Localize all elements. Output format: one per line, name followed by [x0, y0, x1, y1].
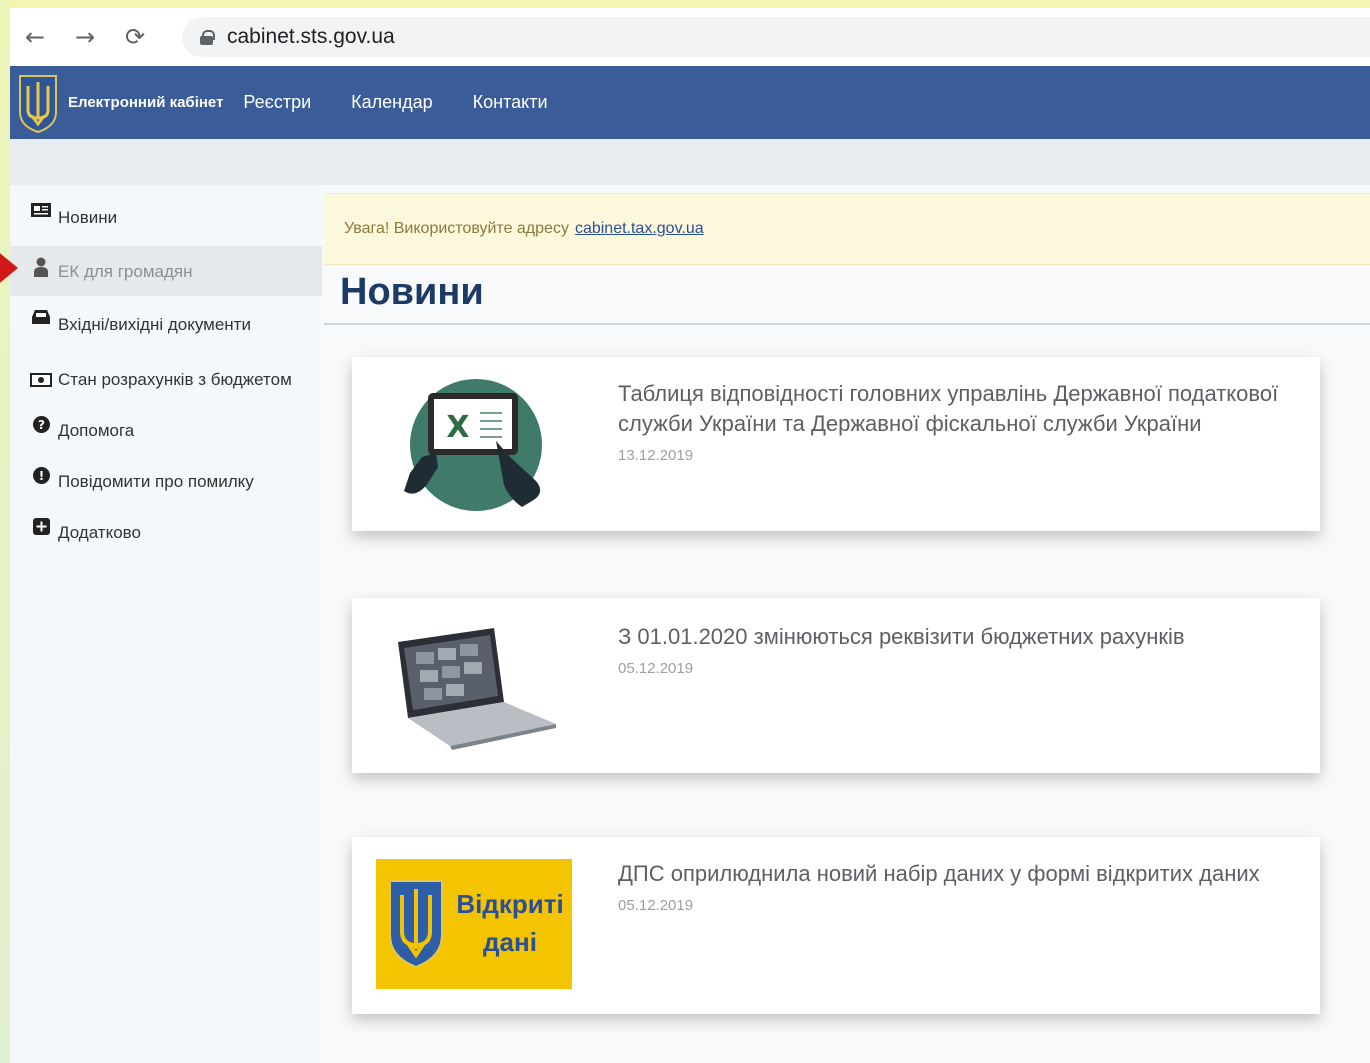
excel-tablet-image: X — [376, 377, 572, 517]
image-caption: Відкриті — [456, 889, 564, 919]
sidebar-item-label: Стан розрахунків з бюджетом — [58, 370, 292, 389]
main-content: Увага! Використовуйте адресу cabinet.tax… — [322, 185, 1370, 1063]
money-icon — [30, 365, 52, 387]
forward-icon[interactable]: → — [60, 8, 110, 66]
page-frame-top — [0, 0, 1370, 8]
sidebar-item-label: Додатково — [58, 523, 141, 542]
question-circle-icon: ? — [30, 416, 52, 433]
exclamation-circle-icon: ! — [30, 467, 52, 484]
open-data-image: Відкриті дані — [376, 859, 572, 989]
nav-calendar[interactable]: Календар — [351, 92, 432, 113]
pointer-arrow-icon — [0, 250, 18, 286]
sidebar-item-citizens[interactable]: ЕК для громадян — [10, 246, 322, 296]
page-title: Новини — [340, 271, 484, 313]
sidebar-item-label: Вхідні/вихідні документи — [58, 315, 251, 334]
browser-toolbar: ← → ⟳ cabinet.sts.gov.ua — [10, 8, 1370, 66]
newspaper-icon — [30, 203, 52, 217]
news-card[interactable]: X Таблиця відповідності головних управлі… — [352, 357, 1320, 531]
trident-logo-icon[interactable] — [14, 71, 62, 135]
news-date: 05.12.2019 — [618, 660, 694, 677]
news-card[interactable]: З 01.01.2020 змінюються реквізити бюджет… — [352, 598, 1320, 773]
sidebar-item-label: ЕК для громадян — [58, 262, 193, 281]
title-divider — [324, 323, 1370, 325]
sidebar-item-documents[interactable]: Вхідні/вихідні документи — [10, 296, 322, 345]
news-title[interactable]: ДПС оприлюднила новий набір даних у форм… — [618, 859, 1290, 889]
sub-header-strip — [10, 139, 1370, 185]
svg-text:X: X — [446, 410, 469, 445]
sidebar-item-budget[interactable]: Стан розрахунків з бюджетом — [10, 345, 322, 400]
url-text: cabinet.sts.gov.ua — [227, 25, 395, 48]
sidebar-item-label: Новини — [58, 208, 118, 227]
sidebar-item-label: Допомога — [58, 421, 135, 440]
page-frame-left — [0, 0, 10, 1063]
back-icon[interactable]: ← — [10, 8, 60, 66]
news-card[interactable]: Відкриті дані ДПС оприлюднила новий набі… — [352, 837, 1320, 1014]
news-title[interactable]: Таблиця відповідності головних управлінь… — [618, 379, 1290, 439]
news-title[interactable]: З 01.01.2020 змінюються реквізити бюджет… — [618, 622, 1290, 652]
news-date: 05.12.2019 — [618, 897, 694, 914]
sidebar: Новини ЕК для громадян Вхідні/вихідні до… — [10, 185, 322, 1063]
svg-text:?: ? — [38, 418, 45, 432]
laptop-image — [376, 620, 572, 752]
brand-name[interactable]: Електронний кабінет — [68, 94, 223, 111]
news-date: 13.12.2019 — [618, 447, 694, 464]
nav-contacts[interactable]: Контакти — [473, 92, 548, 113]
sidebar-item-label: Повідомити про помилку — [58, 472, 254, 491]
notice-text: Увага! Використовуйте адресу — [344, 220, 569, 237]
sidebar-item-additional[interactable]: Додатково — [10, 502, 322, 553]
nav-registries[interactable]: Реєстри — [243, 92, 311, 113]
notice-banner: Увага! Використовуйте адресу cabinet.tax… — [324, 193, 1370, 265]
sidebar-item-report-error[interactable]: ! Повідомити про помилку — [10, 451, 322, 502]
reload-icon[interactable]: ⟳ — [110, 8, 160, 66]
user-icon — [30, 257, 52, 277]
lock-icon — [200, 29, 215, 45]
address-bar[interactable]: cabinet.sts.gov.ua — [182, 17, 1370, 57]
sidebar-item-news[interactable]: Новини — [10, 185, 322, 238]
site-header: Електронний кабінет Реєстри Календар Кон… — [10, 66, 1370, 139]
notice-link[interactable]: cabinet.tax.gov.ua — [575, 220, 704, 238]
sidebar-item-help[interactable]: ? Допомога — [10, 400, 322, 451]
svg-text:!: ! — [38, 469, 43, 483]
inbox-icon — [30, 310, 52, 324]
image-caption: дані — [483, 927, 537, 957]
plus-square-icon — [30, 518, 52, 535]
